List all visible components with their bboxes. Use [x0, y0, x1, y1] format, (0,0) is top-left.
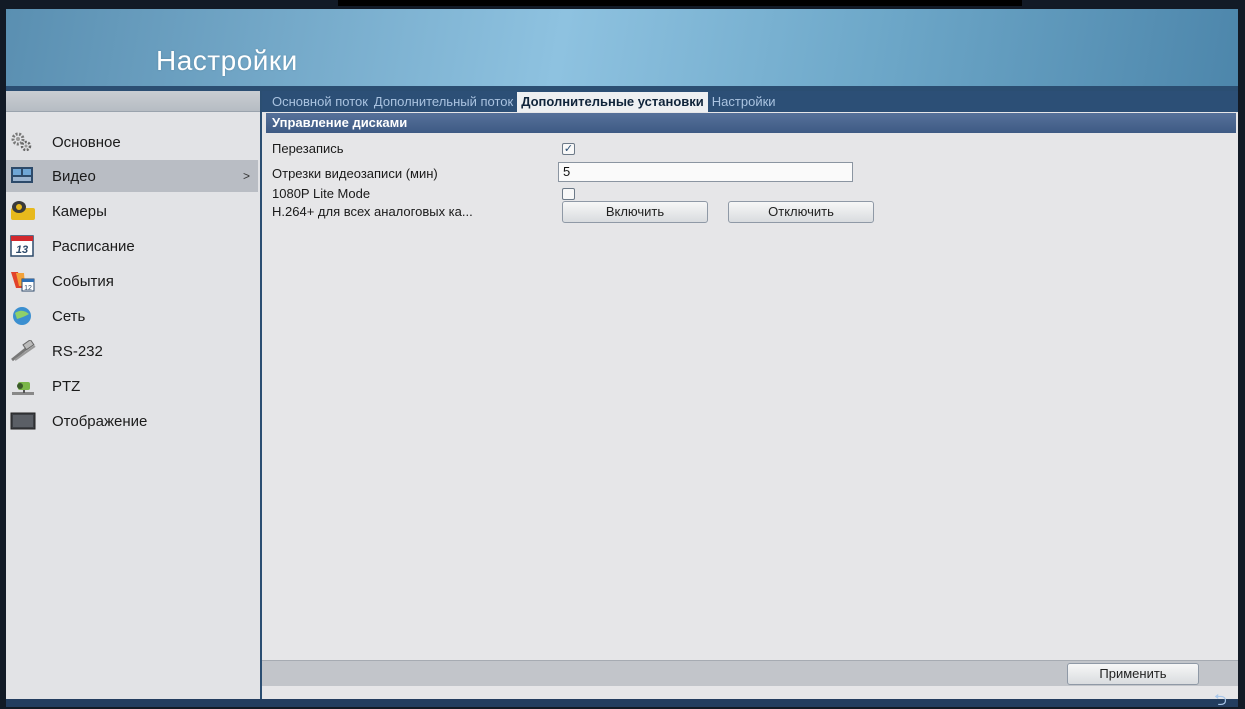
tab-advanced[interactable]: Дополнительные установки: [517, 92, 708, 112]
sidebar-item-display[interactable]: Отображение: [6, 405, 258, 437]
lite-mode-label: 1080P Lite Mode: [272, 186, 371, 201]
tab-settings[interactable]: Настройки: [710, 92, 778, 112]
sidebar-item-label: События: [52, 272, 114, 290]
back-icon[interactable]: ⮌: [1214, 693, 1234, 708]
sidebar-item-label: PTZ: [52, 377, 81, 395]
sidebar: Основное Видео > Камеры 13 Расписание 12…: [6, 91, 260, 707]
sidebar-item-cameras[interactable]: Камеры: [6, 195, 258, 227]
sidebar-item-events[interactable]: 12 События: [6, 265, 258, 297]
display-icon: [10, 410, 36, 432]
sidebar-item-label: Расписание: [52, 237, 135, 255]
rs232-icon: [10, 338, 36, 362]
sidebar-item-video[interactable]: Видео >: [6, 160, 258, 192]
camera-icon: [10, 200, 36, 222]
segments-label: Отрезки видеозаписи (мин): [272, 166, 438, 181]
settings-window: Настройки Основное Видео > Камеры 13 Рас…: [6, 9, 1238, 707]
main-panel: Основной поток Дополнительный поток Допо…: [260, 91, 1238, 707]
sidebar-item-label: Камеры: [52, 202, 107, 220]
h264-label: H.264+ для всех аналоговых ка...: [272, 204, 473, 219]
header: Настройки: [6, 9, 1238, 86]
sidebar-item-label: RS-232: [52, 342, 103, 360]
section-header: Управление дисками: [266, 113, 1236, 133]
chevron-right-icon: >: [242, 169, 250, 183]
network-icon: [10, 305, 36, 327]
sidebar-item-label: Сеть: [52, 307, 86, 325]
sidebar-item-ptz[interactable]: PTZ: [6, 370, 258, 402]
apply-button[interactable]: Применить: [1067, 663, 1199, 685]
calendar-icon-text: 13: [16, 244, 28, 256]
calendar-icon: 13: [10, 235, 36, 257]
lite-mode-checkbox[interactable]: [562, 188, 575, 200]
disable-button[interactable]: Отключить: [728, 201, 874, 223]
sidebar-item-label: Основное: [52, 133, 121, 151]
overwrite-checkbox[interactable]: ✓: [562, 143, 575, 155]
sidebar-item-network[interactable]: Сеть: [6, 300, 258, 332]
events-icon: 12: [10, 270, 36, 292]
sidebar-header: [6, 91, 260, 112]
footer-bar: Применить: [262, 660, 1238, 686]
segments-input[interactable]: 5: [558, 162, 853, 182]
sidebar-item-rs232[interactable]: RS-232: [6, 335, 258, 367]
page-title: Настройки: [156, 45, 298, 76]
tab-bar: Основной поток Дополнительный поток Допо…: [262, 91, 1238, 112]
sidebar-item-label: Отображение: [52, 412, 148, 430]
bottom-strip: ⮌: [6, 693, 1238, 707]
video-icon: [10, 165, 36, 187]
tab-main-stream[interactable]: Основной поток: [270, 92, 370, 112]
sidebar-item-general[interactable]: Основное: [6, 126, 258, 158]
top-black-bar: [338, 0, 1022, 6]
overwrite-label: Перезапись: [272, 141, 344, 156]
gear-icon: [10, 131, 36, 153]
tab-sub-stream[interactable]: Дополнительный поток: [372, 92, 515, 112]
sidebar-item-label: Видео: [52, 167, 96, 185]
ptz-icon: [10, 375, 36, 397]
events-icon-text: 12: [24, 285, 32, 292]
enable-button[interactable]: Включить: [562, 201, 708, 223]
sidebar-item-schedule[interactable]: 13 Расписание: [6, 230, 258, 262]
